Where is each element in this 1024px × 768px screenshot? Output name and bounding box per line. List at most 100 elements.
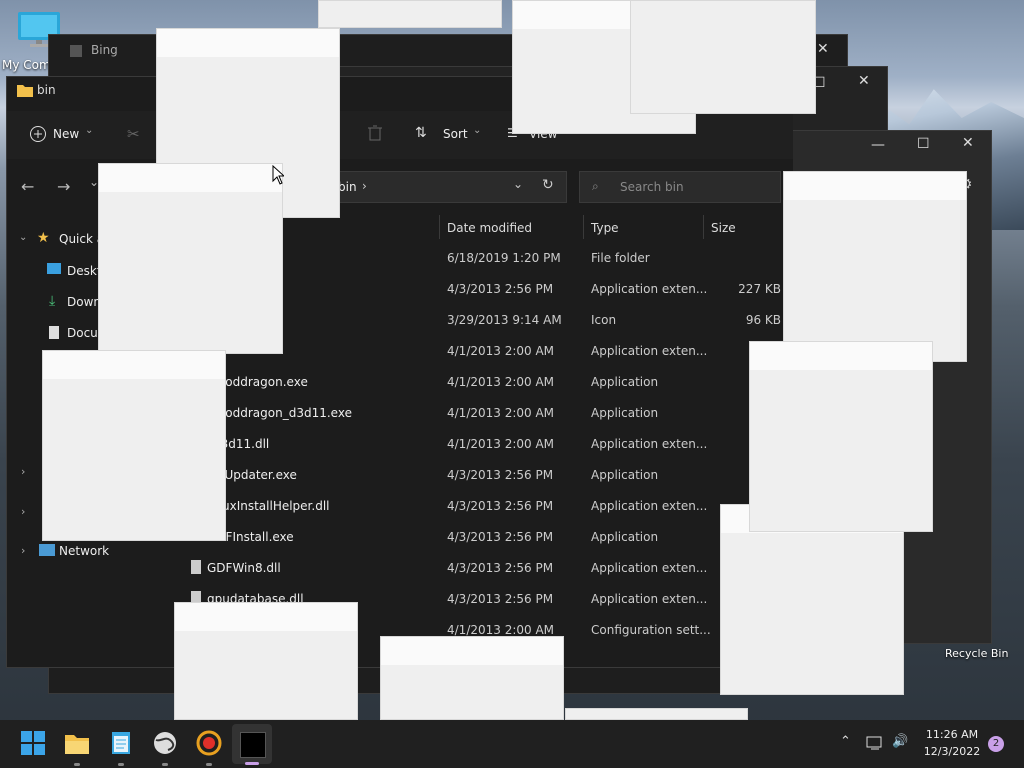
media-player-icon[interactable]: [196, 730, 222, 756]
volume-icon[interactable]: 🔊: [892, 734, 908, 749]
new-label: New: [53, 127, 80, 141]
blank-popup-window[interactable]: [783, 171, 967, 362]
file-size: 96 KB: [745, 313, 781, 327]
file-type: Application exten...: [591, 344, 708, 358]
expand-chevron-right-icon[interactable]: ›: [21, 465, 25, 478]
taskbar: ⌃ 🔊 11:26 AM 12/3/2022 2: [0, 720, 1024, 768]
file-date: 4/3/2013 2:56 PM: [447, 561, 554, 575]
file-date: 4/3/2013 2:56 PM: [447, 592, 554, 606]
blank-popup-window[interactable]: [630, 0, 816, 114]
sidebar-label: Network: [59, 544, 110, 558]
column-date-modified[interactable]: Date modified: [447, 221, 532, 235]
refresh-icon[interactable]: ↻: [542, 177, 554, 193]
sort-icon: ⇅: [415, 125, 427, 141]
sort-button[interactable]: ⇅ Sort ⌄: [409, 123, 489, 147]
table-row[interactable]: neuxInstallHelper.dll 4/3/2013 2:56 PM App…: [167, 491, 787, 522]
back-arrow-icon[interactable]: ←: [21, 177, 34, 196]
chevron-down-icon: ⌄: [85, 125, 94, 136]
blank-popup-window[interactable]: [174, 602, 358, 720]
tray-overflow-chevron-icon[interactable]: ⌃: [840, 734, 851, 749]
blank-popup-window[interactable]: [749, 341, 933, 532]
running-indicator: [162, 763, 168, 766]
running-indicator: [74, 763, 80, 766]
search-placeholder: Search bin: [620, 180, 684, 194]
file-name: blooddragon_d3d11.exe: [207, 406, 352, 420]
table-row[interactable]: _d3d11.dll 4/1/2013 2:00 AM Application ex…: [167, 429, 787, 460]
mouse-cursor-icon: [272, 164, 286, 185]
sidebar-item-network[interactable]: › Network: [7, 537, 167, 567]
column-size[interactable]: Size: [711, 221, 736, 235]
file-date: 4/1/2013 2:00 AM: [447, 437, 555, 451]
blank-popup-window[interactable]: [98, 163, 283, 354]
file-date: 4/3/2013 2:56 PM: [447, 530, 554, 544]
network-icon: [39, 544, 55, 556]
file-explorer-taskbar-icon[interactable]: [64, 730, 90, 756]
expand-chevron-right-icon[interactable]: ›: [21, 505, 25, 518]
right-maximize-icon[interactable]: ☐: [917, 136, 930, 152]
clock-date[interactable]: 12/3/2022: [922, 745, 982, 758]
blank-popup-window[interactable]: [565, 708, 748, 720]
address-dropdown-icon[interactable]: ⌄: [513, 177, 523, 191]
file-type: Application exten...: [591, 592, 708, 606]
address-chevron-right-icon: ›: [362, 179, 367, 193]
file-type: Application exten...: [591, 437, 708, 451]
table-row[interactable]: GDFInstall.exe 4/3/2013 2:56 PM Applicatio…: [167, 522, 787, 553]
file-type: Application exten...: [591, 561, 708, 575]
file-type: Configuration sett...: [591, 623, 711, 637]
file-date: 4/3/2013 2:56 PM: [447, 282, 554, 296]
file-date: 4/3/2013 2:56 PM: [447, 468, 554, 482]
table-row[interactable]: blooddragon.exe 4/1/2013 2:00 AM Applicati…: [167, 367, 787, 398]
column-divider: [583, 215, 584, 239]
blank-popup-window[interactable]: [720, 504, 904, 695]
file-date: 3/29/2013 9:14 AM: [447, 313, 562, 327]
network-tray-icon[interactable]: [866, 735, 884, 751]
active-app-button[interactable]: [232, 724, 272, 764]
expand-chevron-icon[interactable]: ⌄: [19, 232, 27, 243]
right-close-icon[interactable]: ✕: [962, 135, 974, 151]
sort-label: Sort: [443, 127, 468, 141]
file-type: Application: [591, 468, 659, 482]
search-box[interactable]: ⌕ Search bin: [579, 171, 781, 203]
address-segment-bin[interactable]: bin: [338, 180, 357, 194]
table-row[interactable]: BDUpdater.exe 4/3/2013 2:56 PM Application…: [167, 460, 787, 491]
recycle-bin-label[interactable]: Recycle Bin: [945, 647, 1008, 660]
expand-chevron-right-icon[interactable]: ›: [21, 544, 25, 557]
clock-time[interactable]: 11:26 AM: [922, 728, 982, 741]
sidebar-label: Down: [67, 295, 102, 309]
plus-circle-icon: [30, 126, 46, 142]
new-button[interactable]: New ⌄: [27, 123, 107, 147]
column-divider: [703, 215, 704, 239]
globe-browser-icon[interactable]: [152, 730, 178, 756]
windows-start-icon[interactable]: [20, 730, 46, 756]
sidebar-label: Docu: [67, 326, 98, 340]
file-date: 4/1/2013 2:00 AM: [447, 375, 555, 389]
file-type: File folder: [591, 251, 650, 265]
file-type: Application exten...: [591, 282, 708, 296]
notification-badge[interactable]: 2: [988, 736, 1004, 752]
desktop-icon: [47, 263, 61, 274]
active-indicator: [245, 762, 259, 765]
blank-popup-window[interactable]: [380, 636, 564, 720]
file-date: 6/18/2019 1:20 PM: [447, 251, 561, 265]
file-date: 4/3/2013 2:56 PM: [447, 499, 554, 513]
file-name: GDFWin8.dll: [207, 561, 281, 575]
delete-icon[interactable]: [367, 124, 383, 142]
bing-close-icon[interactable]: ✕: [817, 41, 829, 57]
right-minimize-icon[interactable]: —: [871, 137, 885, 153]
dll-file-icon: [191, 560, 201, 574]
table-row[interactable]: blooddragon_d3d11.exe 4/1/2013 2:00 AM App…: [167, 398, 787, 429]
my-computer-label: My Com: [2, 58, 51, 72]
folder-icon: [17, 83, 33, 97]
cut-icon[interactable]: ✂: [127, 125, 140, 143]
bg-close-icon[interactable]: ✕: [858, 73, 870, 89]
file-type: Application: [591, 375, 659, 389]
notepad-icon[interactable]: [108, 730, 134, 756]
table-row[interactable]: GDFWin8.dll 4/3/2013 2:56 PM Application e…: [167, 553, 787, 584]
terminal-icon: [240, 732, 266, 758]
blank-popup-window[interactable]: [42, 350, 226, 541]
forward-arrow-icon[interactable]: →: [57, 177, 70, 196]
column-type[interactable]: Type: [591, 221, 619, 235]
running-indicator: [206, 763, 212, 766]
blank-popup-window[interactable]: [318, 0, 502, 28]
file-size: 227 KB: [738, 282, 781, 296]
